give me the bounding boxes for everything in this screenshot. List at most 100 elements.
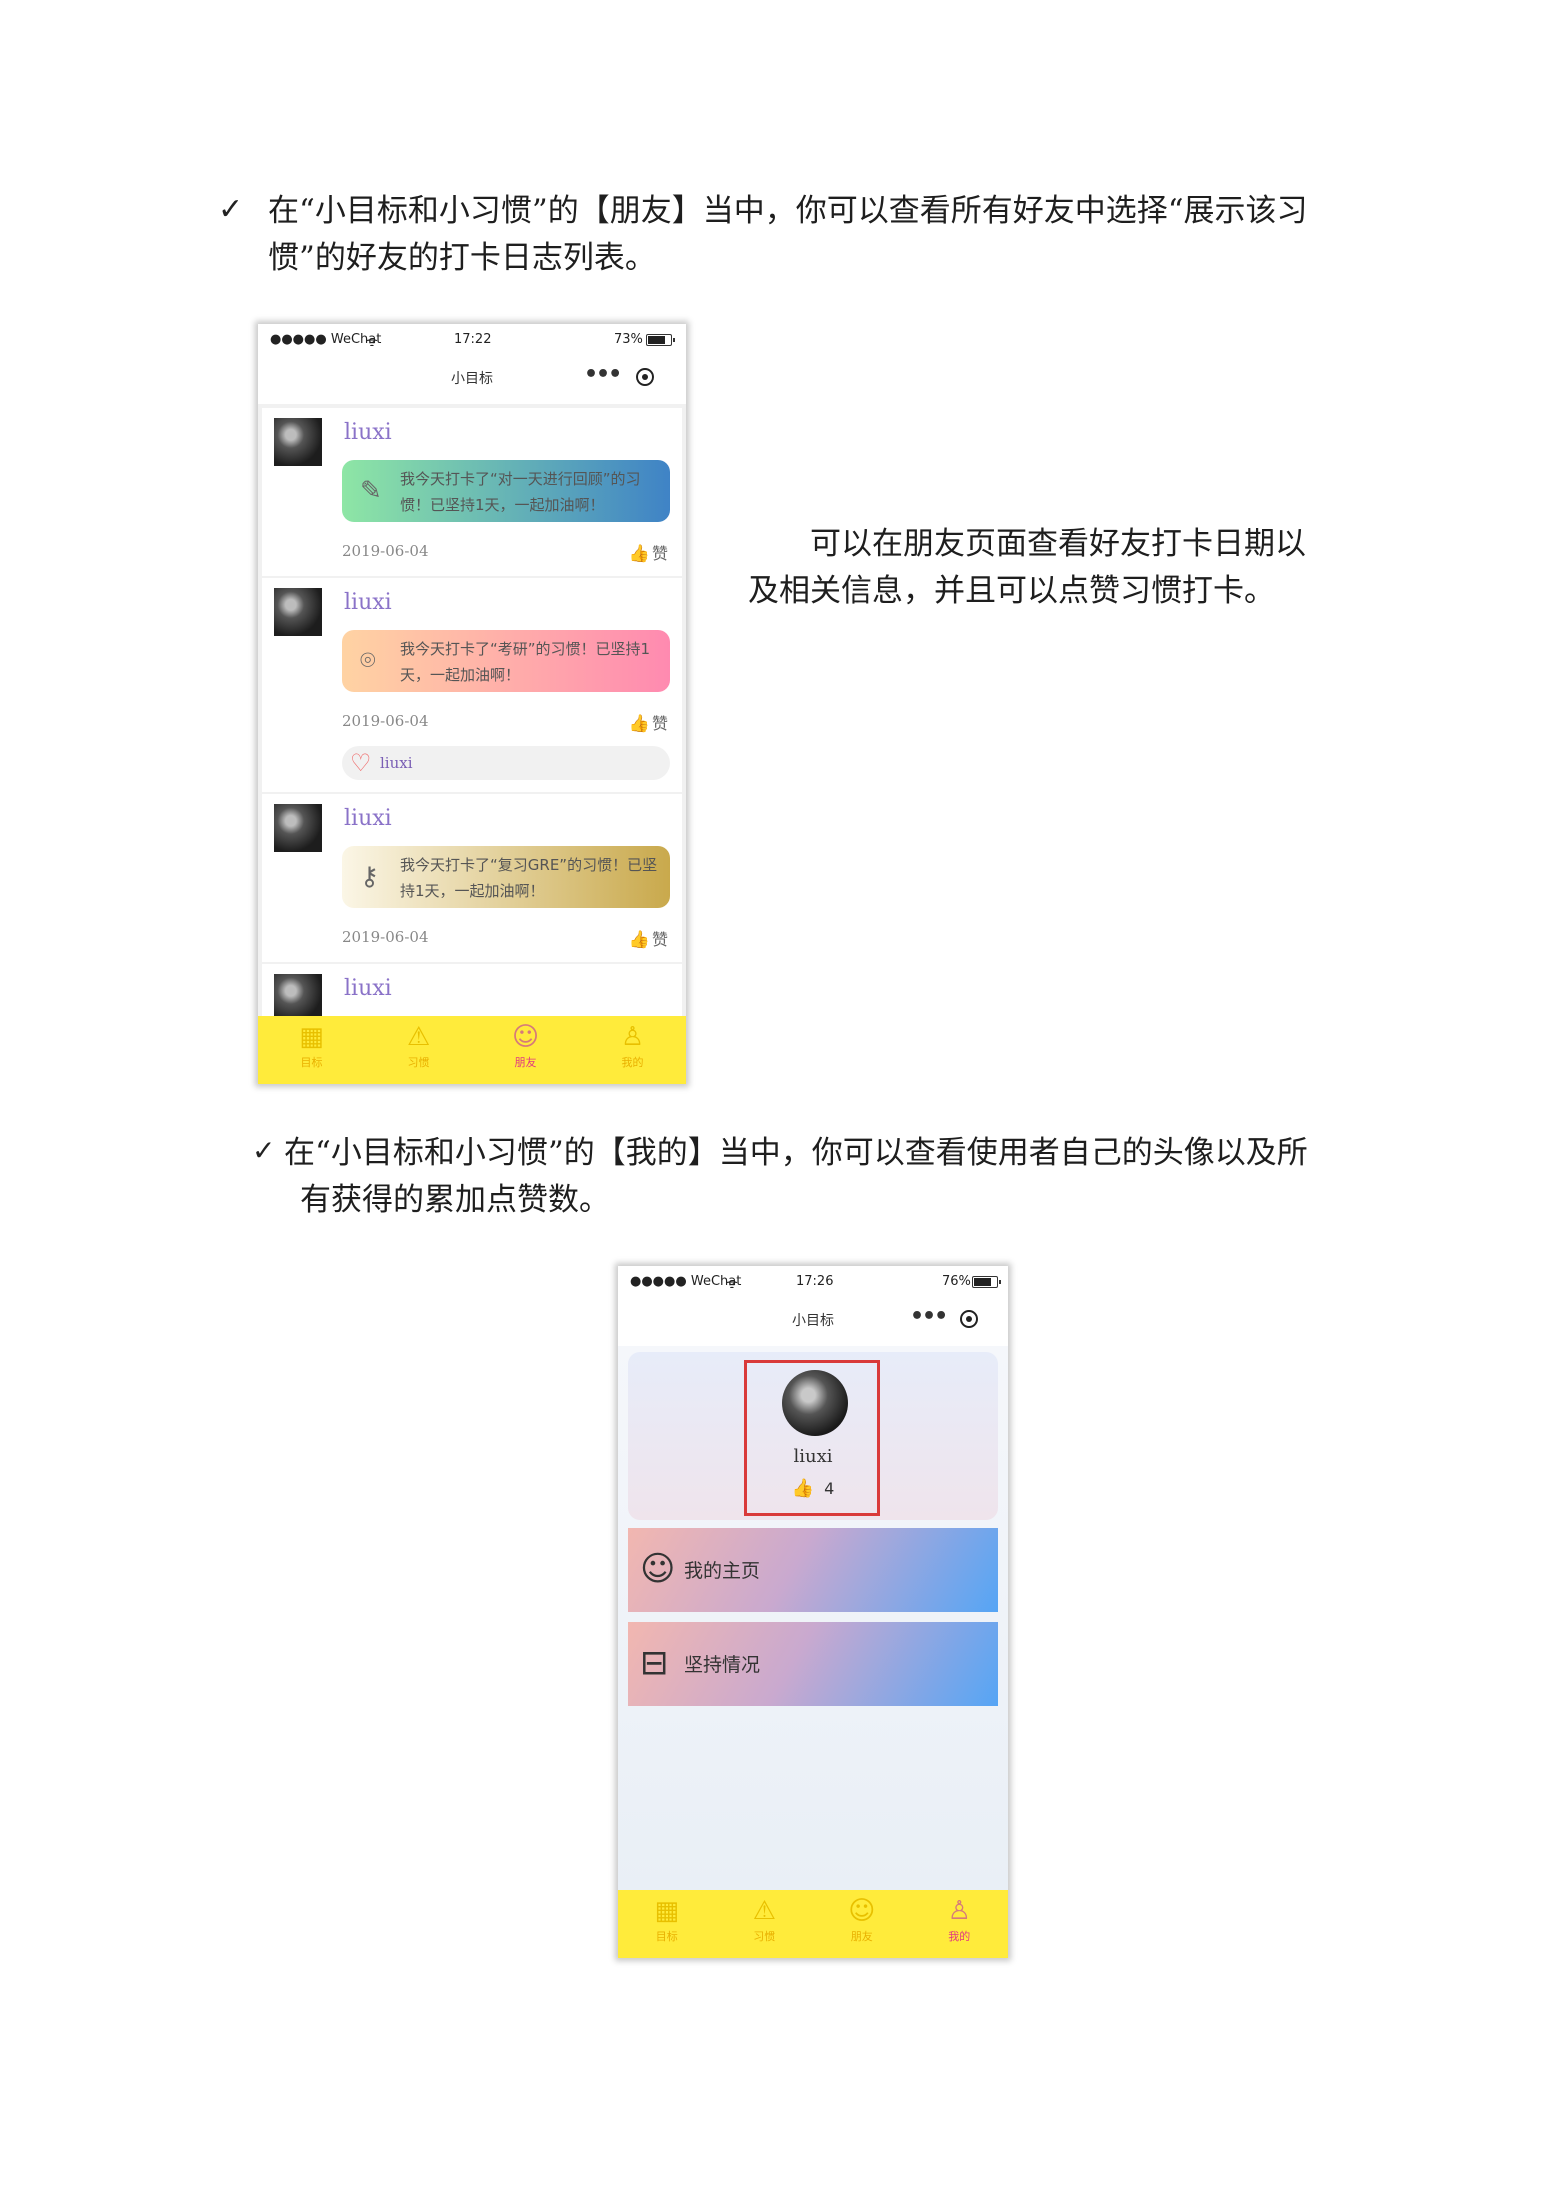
tab-me[interactable]: ♙ 我的 <box>911 1890 1009 1958</box>
section2-line2: 有获得的累加点赞数。 <box>300 1182 610 1218</box>
carrier-label: ●●●●● WeChat <box>630 1274 742 1289</box>
checkin-bubble: ⌾ 我今天打卡了“考研”的习惯！已坚持1天，一起加油啊！ <box>342 630 670 692</box>
key-icon: ⚷ <box>360 862 380 892</box>
feed-post: liuxi <box>262 964 682 1024</box>
tab-goals[interactable]: ▦ 目标 <box>618 1890 716 1958</box>
avatar[interactable] <box>274 418 322 466</box>
battery-icon <box>972 1276 1001 1288</box>
clock-label: 17:22 <box>454 332 492 347</box>
post-username[interactable]: liuxi <box>344 590 392 615</box>
checkin-bubble: ✎ 我今天打卡了“对一天进行回顾”的习惯！已坚持1天，一起加油啊！ <box>342 460 670 522</box>
avatar[interactable] <box>274 588 322 636</box>
checkin-text: 我今天打卡了“考研”的习惯！已坚持1天，一起加油啊！ <box>400 640 651 684</box>
tab-label: 习惯 <box>753 1930 776 1943</box>
wifi-icon: ᯤ <box>366 335 378 350</box>
liked-by-bar: ♡ liuxi <box>342 746 670 780</box>
phone-screenshot-profile: ●●●●● WeChat ᯤ 17:26 76% 小目标 ••• liuxi 👍… <box>618 1266 1008 1958</box>
battery-icon <box>646 334 675 346</box>
friends-icon: ☺ <box>511 1022 540 1052</box>
tab-label: 习惯 <box>407 1056 430 1069</box>
tab-label: 朋友 <box>514 1056 537 1069</box>
checkin-bubble: ⚷ 我今天打卡了“复习GRE”的习惯！已坚持1天，一起加油啊！ <box>342 846 670 908</box>
tab-me[interactable]: ♙ 我的 <box>579 1016 686 1084</box>
dumbbell-icon: ⊟ <box>640 1643 669 1683</box>
wifi-icon: ᯤ <box>726 1277 738 1292</box>
habit-icon: ⚠ <box>406 1022 431 1052</box>
avatar[interactable] <box>274 804 322 852</box>
thumbs-up-icon: 👍 <box>628 930 650 950</box>
friends-feed[interactable]: liuxi ✎ 我今天打卡了“对一天进行回顾”的习惯！已坚持1天，一起加油啊！ … <box>258 404 686 1024</box>
section1-line2: 惯”的好友的打卡日志列表。 <box>268 240 656 276</box>
feed-post: liuxi ⚷ 我今天打卡了“复习GRE”的习惯！已坚持1天，一起加油啊！ 20… <box>262 794 682 962</box>
friends-icon: ☺ <box>848 1896 876 1926</box>
feed-post: liuxi ⌾ 我今天打卡了“考研”的习惯！已坚持1天，一起加油啊！ 2019-… <box>262 578 682 792</box>
more-icon[interactable]: ••• <box>910 1304 948 1329</box>
status-bar: ●●●●● WeChat ᯤ 17:26 76% <box>618 1266 1008 1294</box>
checkin-text: 我今天打卡了“复习GRE”的习惯！已坚持1天，一起加油啊！ <box>400 856 658 900</box>
heart-icon: ♡ <box>350 749 372 777</box>
check-mark-icon: ✓ <box>218 192 244 227</box>
post-username[interactable]: liuxi <box>344 976 392 1001</box>
check-mark-icon: ✓ <box>252 1134 276 1167</box>
thumbs-up-icon: 👍 <box>628 714 650 734</box>
like-button[interactable]: 👍 赞 <box>629 710 668 734</box>
menu-my-homepage[interactable]: ☺ 我的主页 <box>628 1528 998 1612</box>
nav-bar: 小目标 ••• <box>258 352 686 402</box>
close-target-icon[interactable] <box>960 1310 978 1328</box>
like-label: 赞 <box>651 930 668 949</box>
close-target-icon[interactable] <box>636 368 654 386</box>
like-label: 赞 <box>651 544 668 563</box>
tab-label: 目标 <box>300 1056 323 1069</box>
like-label: 赞 <box>651 714 668 733</box>
menu-persistence[interactable]: ⊟ 坚持情况 <box>628 1622 998 1706</box>
carrier-label: ●●●●● WeChat <box>270 332 382 347</box>
menu-label: 我的主页 <box>684 1560 761 1582</box>
tab-bar: ▦ 目标 ⚠ 习惯 ☺ 朋友 ♙ 我的 <box>618 1890 1008 1958</box>
goal-icon: ▦ <box>654 1896 680 1926</box>
post-date: 2019-06-04 <box>342 712 429 730</box>
me-icon: ♙ <box>947 1896 971 1926</box>
tab-habits[interactable]: ⚠ 习惯 <box>716 1890 814 1958</box>
clock-label: 17:26 <box>796 1274 834 1289</box>
feed-post: liuxi ✎ 我今天打卡了“对一天进行回顾”的习惯！已坚持1天，一起加油啊！ … <box>262 408 682 576</box>
tab-friends[interactable]: ☺ 朋友 <box>472 1016 579 1084</box>
battery-label: 73% <box>614 332 643 347</box>
like-button[interactable]: 👍 赞 <box>629 926 668 950</box>
nav-bar: 小目标 ••• <box>618 1294 1008 1344</box>
battery-label: 76% <box>942 1274 971 1289</box>
tab-friends[interactable]: ☺ 朋友 <box>813 1890 911 1958</box>
pencil-icon: ✎ <box>360 476 382 506</box>
liked-by-name[interactable]: liuxi <box>380 754 413 772</box>
goal-icon: ▦ <box>299 1022 324 1052</box>
like-button[interactable]: 👍 赞 <box>629 540 668 564</box>
tab-label: 我的 <box>621 1056 644 1069</box>
nav-title: 小目标 <box>451 371 493 387</box>
menu-label: 坚持情况 <box>684 1654 761 1676</box>
status-bar: ●●●●● WeChat ᯤ 17:22 73% <box>258 324 686 352</box>
post-date: 2019-06-04 <box>342 928 429 946</box>
tab-bar: ▦ 目标 ⚠ 习惯 ☺ 朋友 ♙ 我的 <box>258 1016 686 1084</box>
more-icon[interactable]: ••• <box>584 362 622 387</box>
habit-icon: ⚠ <box>752 1896 776 1926</box>
tab-label: 朋友 <box>850 1930 873 1943</box>
post-username[interactable]: liuxi <box>344 420 392 445</box>
avatar[interactable] <box>274 974 322 1022</box>
thumbs-up-icon: 👍 <box>628 544 650 564</box>
post-date: 2019-06-04 <box>342 542 429 560</box>
me-icon: ♙ <box>620 1022 645 1052</box>
highlight-box <box>744 1360 880 1516</box>
tab-label: 我的 <box>948 1930 971 1943</box>
tab-habits[interactable]: ⚠ 习惯 <box>365 1016 472 1084</box>
nav-title: 小目标 <box>792 1313 834 1329</box>
side-text-line1: 可以在朋友页面查看好友打卡日期以 <box>810 526 1306 562</box>
section1-line1: 在“小目标和小习惯”的【朋友】当中，你可以查看所有好友中选择“展示该习 <box>268 193 1308 229</box>
location-icon: ⌾ <box>360 646 376 676</box>
checkin-text: 我今天打卡了“对一天进行回顾”的习惯！已坚持1天，一起加油啊！ <box>400 470 641 514</box>
tab-goals[interactable]: ▦ 目标 <box>258 1016 365 1084</box>
side-text-line2: 及相关信息，并且可以点赞习惯打卡。 <box>748 573 1275 609</box>
tab-label: 目标 <box>655 1930 678 1943</box>
post-username[interactable]: liuxi <box>344 806 392 831</box>
phone-screenshot-friends: ●●●●● WeChat ᯤ 17:22 73% 小目标 ••• liuxi ✎… <box>258 324 686 1084</box>
section2-line1: 在“小目标和小习惯”的【我的】当中，你可以查看使用者自己的头像以及所 <box>284 1135 1308 1171</box>
user-icon: ☺ <box>640 1549 676 1589</box>
